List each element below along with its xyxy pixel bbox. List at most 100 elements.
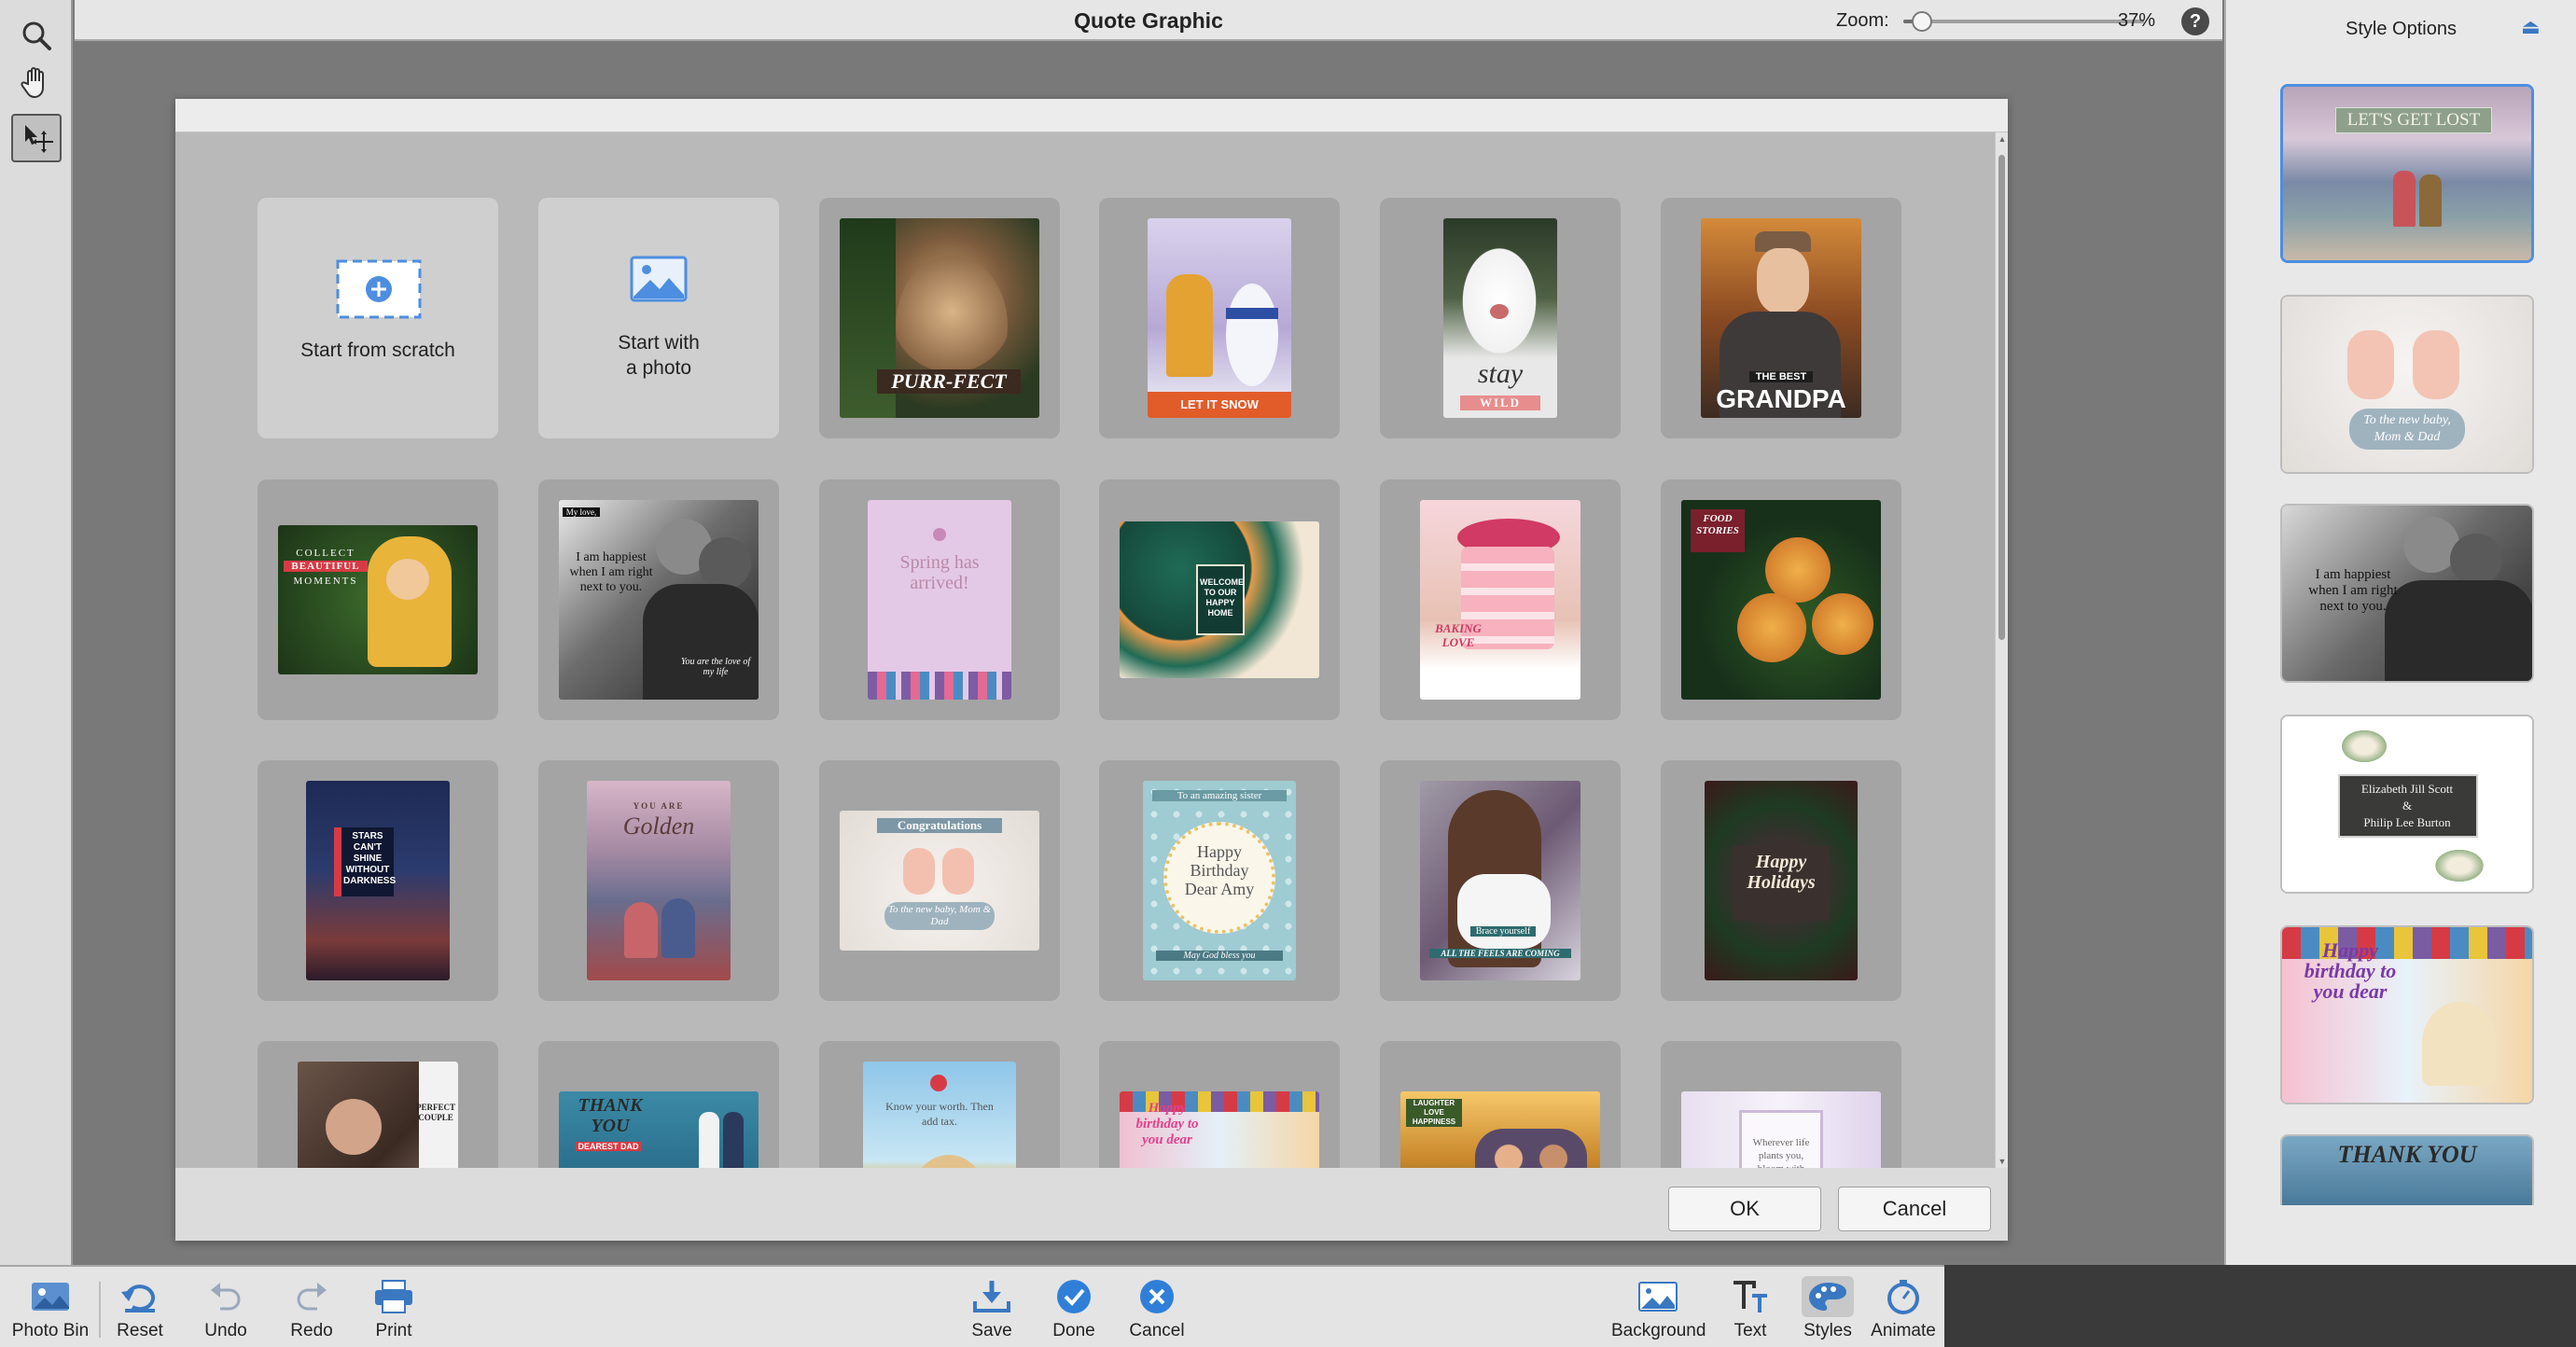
bottom-toolbar: Photo Bin Reset Undo Redo Print Save Don… — [0, 1265, 1944, 1347]
zoom-slider-thumb[interactable] — [1912, 11, 1932, 32]
done-label: Done — [1052, 1321, 1095, 1340]
style-card-lets-get-lost[interactable]: LET'S GET LOST — [2280, 84, 2534, 263]
style-card-thank-you[interactable]: THANK YOU — [2280, 1134, 2534, 1205]
redo-button[interactable]: Redo — [265, 1276, 358, 1347]
hand-icon — [21, 67, 44, 99]
caption: Happy Birthday Dear Amy — [1184, 842, 1255, 898]
template-tile-spring[interactable]: Spring has arrived! — [819, 479, 1060, 720]
collapse-panel-icon[interactable]: ⏏ — [2521, 15, 2541, 39]
template-tile-let-it-snow[interactable]: LET IT SNOW — [1099, 198, 1340, 438]
template-tile-laughter[interactable]: LAUGHTER LOVE HAPPINESS — [1380, 1041, 1621, 1168]
template-tile-brace-yourself[interactable]: Brace yourself ALL THE FEELS ARE COMING — [1380, 760, 1621, 1001]
template-grid: Start from scratch Start with a photo PU… — [175, 132, 1995, 1168]
style-options-panel: Style Options ⏏ LET'S GET LOST To the ne… — [2224, 0, 2576, 1265]
ok-button[interactable]: OK — [1668, 1187, 1821, 1231]
caption: Happy birthday to you dear — [1135, 1101, 1199, 1147]
undo-button[interactable]: Undo — [179, 1276, 272, 1347]
template-tile-thank-you[interactable]: THANK YOU DEAREST DAD — [538, 1041, 779, 1168]
style-card-text: LET'S GET LOST — [2335, 107, 2492, 133]
template-tile-know-your-worth[interactable]: Know your worth. Then add tax. — [819, 1041, 1060, 1168]
print-button[interactable]: Print — [347, 1276, 440, 1347]
template-tile-food-stories[interactable]: FOOD STORIES — [1661, 479, 1901, 720]
photo-bin-button[interactable]: Photo Bin — [4, 1276, 97, 1347]
style-card-text-line1: Elizabeth Jill Scott — [2360, 782, 2454, 796]
caption: To an amazing sister — [1152, 790, 1287, 801]
template-tile-happy-birthday-amy[interactable]: To an amazing sister Happy Birthday Dear… — [1099, 760, 1340, 1001]
caption: THANK YOU — [578, 1095, 643, 1136]
template-thumbnail: WELCOME TO OUR HAPPY HOME — [1120, 521, 1319, 678]
style-card-new-baby[interactable]: To the new baby, Mom & Dad — [2280, 295, 2534, 474]
caption: PERFECT COUPLE — [415, 1103, 455, 1122]
reset-icon — [121, 1285, 155, 1312]
save-button[interactable]: Save — [945, 1276, 1038, 1347]
start-with-photo-tile[interactable]: Start with a photo — [538, 198, 779, 438]
template-thumbnail: Know your worth. Then add tax. — [863, 1062, 1016, 1168]
zoom-slider[interactable] — [1903, 11, 2144, 32]
caption: BAKING LOVE — [1435, 621, 1482, 649]
scrollbar-thumb[interactable] — [1998, 155, 2005, 640]
template-thumbnail: LAUGHTER LOVE HAPPINESS — [1400, 1091, 1600, 1168]
template-tile-happy-birthday[interactable]: Happy birthday to you dear — [1099, 1041, 1340, 1168]
caption: ALL THE FEELS ARE COMING — [1429, 949, 1571, 958]
zoom-tool-button[interactable] — [11, 11, 62, 60]
style-card-happy-birthday[interactable]: Happy birthday to you dear — [2280, 925, 2534, 1104]
bottom-bar-empty-area — [1944, 1265, 2576, 1347]
template-picker-dialog: Start from scratch Start with a photo PU… — [175, 99, 2008, 1241]
template-tile-stay-wild[interactable]: stay WILD — [1380, 198, 1621, 438]
cancel-toolbar-button[interactable]: Cancel — [1110, 1276, 1204, 1347]
template-tile-purrfect[interactable]: PURR-FECT — [819, 198, 1060, 438]
photo-bin-label: Photo Bin — [11, 1321, 90, 1340]
caption: To the new baby, Mom & Dad — [884, 902, 995, 930]
start-from-scratch-tile[interactable]: Start from scratch — [258, 198, 498, 438]
caption: You are the love of my life — [680, 657, 751, 677]
caption: Congratulations — [877, 818, 1002, 833]
template-tile-golden[interactable]: YOU ARE Golden — [538, 760, 779, 1001]
background-button[interactable]: Background — [1611, 1276, 1706, 1347]
template-tile-wherever[interactable]: Wherever life plants you, bloom with gra… — [1661, 1041, 1901, 1168]
animate-button[interactable]: Animate — [1857, 1276, 1950, 1347]
printer-icon — [375, 1280, 412, 1313]
redo-label: Redo — [290, 1321, 333, 1340]
template-tile-happy-holidays[interactable]: Happy Holidays — [1661, 760, 1901, 1001]
hand-tool-button[interactable] — [11, 58, 62, 106]
template-thumbnail: THE BEST GRANDPA — [1701, 218, 1861, 418]
reset-button[interactable]: Reset — [93, 1276, 187, 1347]
style-card-text: Happy birthday to you dear — [2304, 938, 2397, 1003]
template-tile-collect-moments[interactable]: COLLECT BEAUTIFUL MOMENTS — [258, 479, 498, 720]
style-card-happiest[interactable]: I am happiest when I am right next to yo… — [2280, 504, 2534, 683]
scroll-up-arrow-icon[interactable]: ▲ — [1998, 134, 2007, 144]
template-tile-happiest[interactable]: My love, I am happiest when I am right n… — [538, 479, 779, 720]
grid-scrollbar[interactable]: ▲ ▼ — [1995, 132, 2008, 1168]
caption: LAUGHTER LOVE HAPPINESS — [1406, 1099, 1462, 1127]
caption: MOMENTS — [293, 576, 358, 587]
template-tile-grandpa[interactable]: THE BEST GRANDPA — [1661, 198, 1901, 438]
template-tile-baking-love[interactable]: BAKING LOVE — [1380, 479, 1621, 720]
cancel-button[interactable]: Cancel — [1838, 1187, 1991, 1231]
text-tool-icon — [1734, 1281, 1767, 1312]
done-button[interactable]: Done — [1027, 1276, 1121, 1347]
template-thumbnail: stay WILD — [1443, 218, 1557, 418]
help-icon[interactable]: ? — [2181, 7, 2209, 35]
move-tool-button[interactable] — [11, 114, 62, 162]
template-thumbnail: FOOD STORIES — [1681, 500, 1881, 700]
template-tile-perfect-couple[interactable]: PERFECT COUPLE — [258, 1041, 498, 1168]
add-blank-icon — [336, 259, 422, 319]
caption: LET IT SNOW — [1148, 392, 1291, 418]
undo-icon — [211, 1283, 241, 1311]
style-card-wedding-names[interactable]: Elizabeth Jill Scott & Philip Lee Burton — [2280, 715, 2534, 894]
scroll-down-arrow-icon[interactable]: ▼ — [1998, 1157, 2007, 1166]
template-thumbnail: Congratulations To the new baby, Mom & D… — [840, 811, 1039, 951]
template-thumbnail: Happy birthday to you dear — [1120, 1091, 1319, 1168]
close-circle-icon — [1140, 1280, 1174, 1313]
caption: Spring has arrived! — [899, 552, 980, 593]
caption: WELCOME TO OUR HAPPY HOME — [1200, 577, 1244, 618]
template-thumbnail: Spring has arrived! — [868, 500, 1011, 700]
template-tile-stars[interactable]: STARS CAN'T SHINE WITHOUT DARKNESS — [258, 760, 498, 1001]
tool-strip — [0, 0, 73, 1265]
template-tile-congratulations[interactable]: Congratulations To the new baby, Mom & D… — [819, 760, 1060, 1001]
save-label: Save — [971, 1321, 1012, 1340]
reset-label: Reset — [117, 1321, 163, 1340]
redo-icon — [297, 1283, 327, 1311]
style-card-text-line3: Philip Lee Burton — [2363, 815, 2451, 829]
template-tile-welcome-home[interactable]: WELCOME TO OUR HAPPY HOME — [1099, 479, 1340, 720]
